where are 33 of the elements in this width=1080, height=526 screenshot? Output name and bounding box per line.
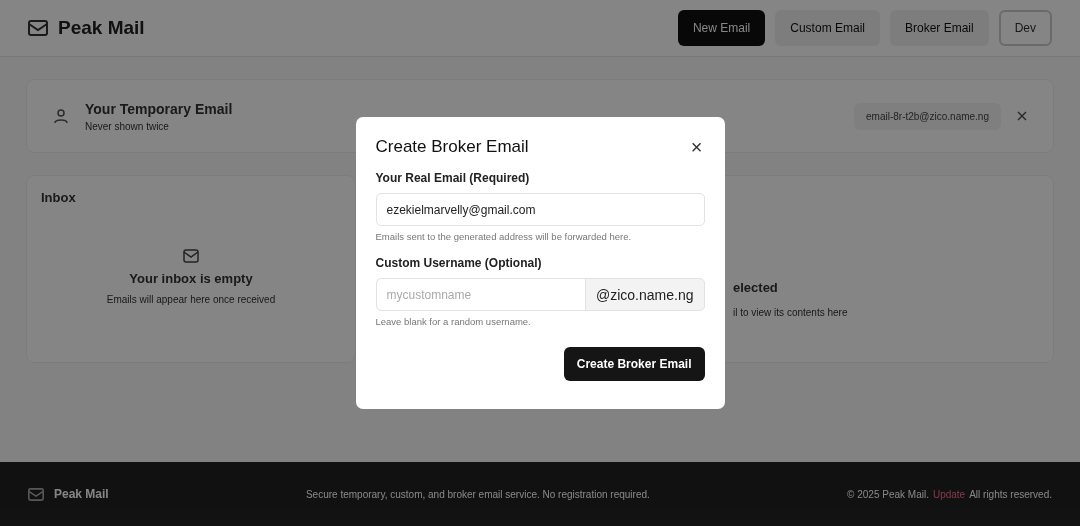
empty-text: il to view its contents here [733,307,848,318]
field-label: Your Real Email (Required) [375,171,531,185]
mail-icon [28,20,48,36]
email-field[interactable]: ezekielmarvelly@gmail.com [375,193,705,226]
email-address[interactable]: email-8r-t2b@zico.name.ng [854,102,1001,130]
header-button[interactable]: Custom Email [775,10,880,46]
mail-icon [183,248,199,263]
footer-brand: Peak Mail [54,487,109,501]
footer-tagline: Secure temporary, custom, and broker email service. No registration required. [305,488,650,500]
close-icon[interactable] [1017,111,1027,121]
dialog-title: Create Broker Email [375,137,529,157]
footer-link[interactable]: Update [932,488,966,500]
header-button[interactable]: Broker Email [889,10,989,46]
empty-text: Emails will appear here once received [106,293,276,305]
submit-button[interactable]: Create Broker Email [563,347,705,381]
header-button[interactable]: New Email [677,10,766,46]
panel-title: Inbox [41,190,77,205]
brand-name: Peak Mail [58,17,145,39]
card-title: Your Temporary Email [85,100,233,117]
field-hint: Emails sent to the generated address will be forwarded here. [375,231,633,242]
username-field[interactable]: mycustomname [376,279,586,310]
copyright-text: © 2025 Peak Mail. [847,488,929,500]
rights-text: All rights reserved. [969,488,1052,500]
header-button[interactable]: Dev [998,10,1052,46]
empty-title: Your inbox is empty [129,270,253,286]
close-button[interactable]: × [688,137,705,157]
mail-icon [28,487,44,501]
empty-title: elected [733,280,779,295]
domain-suffix: @zico.name.ng [595,285,695,305]
field-label: Custom Username (Optional) [375,256,543,270]
field-hint: Leave blank for a random username. [375,316,532,327]
user-icon [53,108,69,124]
card-subtitle: Never shown twice [85,120,170,132]
